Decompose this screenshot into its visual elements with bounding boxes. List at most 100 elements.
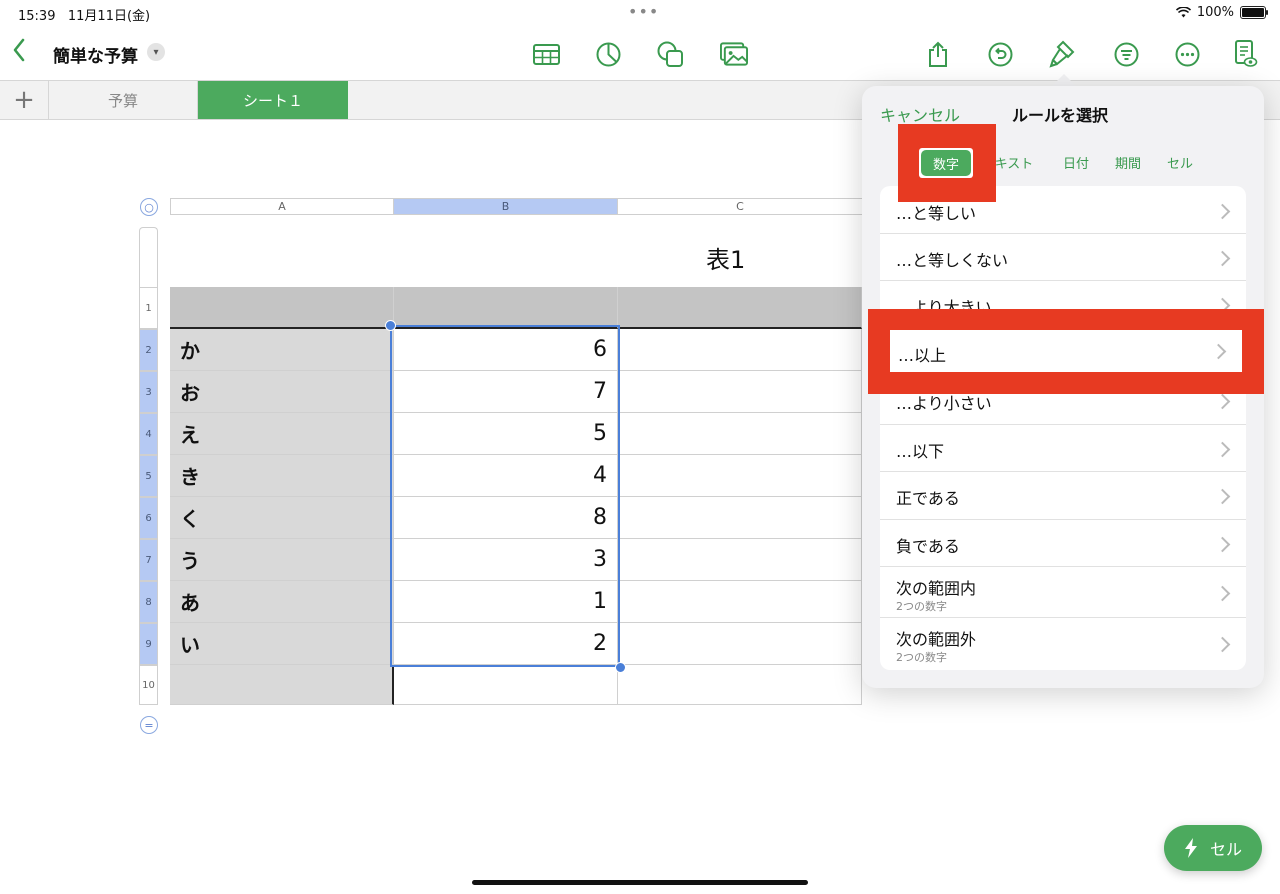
table-cell-key[interactable]: い — [170, 623, 394, 665]
chart-icon — [596, 42, 620, 66]
more-button[interactable] — [1173, 40, 1201, 68]
lightning-icon — [1184, 838, 1197, 858]
table-icon — [532, 43, 560, 65]
table-cell-empty[interactable] — [394, 665, 618, 705]
undo-button[interactable] — [986, 40, 1014, 68]
undo-icon — [988, 42, 1012, 66]
header-cell[interactable] — [170, 287, 394, 329]
share-button[interactable] — [924, 40, 952, 68]
table-cell-empty[interactable] — [618, 497, 862, 539]
row-header-7[interactable]: 7 — [139, 539, 158, 581]
multitasking-dots-icon[interactable]: ••• — [628, 2, 659, 21]
document-title[interactable]: 簡単な予算 — [53, 42, 138, 67]
column-header-b[interactable]: B — [393, 198, 618, 215]
table-button[interactable] — [532, 40, 560, 68]
row-header-4[interactable]: 4 — [139, 413, 158, 455]
table-cell-key[interactable]: か — [170, 329, 394, 371]
table-cell-key[interactable]: う — [170, 539, 394, 581]
toolbar: 簡単な予算 ▾ — [0, 26, 1280, 80]
chart-button[interactable] — [594, 40, 622, 68]
sheet-tab-budget[interactable]: 予算 — [49, 81, 198, 119]
table-cell-key[interactable]: お — [170, 371, 394, 413]
row-header-spacer — [139, 227, 158, 287]
rule-not-equal[interactable]: …と等しくない — [880, 234, 1246, 281]
sheet-tab-sheet1[interactable]: シート１ — [198, 81, 348, 119]
share-icon — [929, 41, 947, 67]
chevron-right-icon — [1210, 343, 1227, 360]
row-header-10[interactable]: 10 — [139, 665, 158, 705]
circle-icon: ○ — [144, 200, 154, 214]
selection-handle-bottom[interactable] — [615, 662, 626, 673]
rule-list: …と等しい …と等しくない …より大きい …以上 …より小さい …以下 正である — [880, 186, 1246, 670]
table-cell-key[interactable]: き — [170, 455, 394, 497]
row-header-2[interactable]: 2 — [139, 329, 158, 371]
segment-cell[interactable]: セル — [1162, 148, 1198, 176]
table-cell-empty[interactable] — [618, 455, 862, 497]
table-cell-key[interactable]: あ — [170, 581, 394, 623]
format-brush-icon — [1049, 40, 1075, 68]
row-header-9[interactable]: 9 — [139, 623, 158, 665]
chevron-left-icon — [13, 38, 25, 62]
rule-less-or-equal[interactable]: …以下 — [880, 425, 1246, 472]
table-cell-empty[interactable] — [618, 413, 862, 455]
rule-positive[interactable]: 正である — [880, 472, 1246, 520]
title-menu-button[interactable]: ▾ — [147, 43, 165, 61]
table-cell-empty[interactable] — [618, 581, 862, 623]
table-cell-empty[interactable] — [618, 665, 862, 705]
format-button[interactable] — [1048, 40, 1076, 68]
chevron-right-icon — [1214, 203, 1231, 220]
row-header-3[interactable]: 3 — [139, 371, 158, 413]
table-cell-key[interactable]: え — [170, 413, 394, 455]
back-button[interactable] — [12, 38, 26, 69]
table-title[interactable]: 表1 — [706, 240, 745, 275]
segment-date[interactable]: 日付 — [1058, 148, 1094, 176]
row-header-8[interactable]: 8 — [139, 581, 158, 623]
table-cell-empty[interactable] — [618, 329, 862, 371]
rule-not-between[interactable]: 次の範囲外 2つの数字 — [880, 618, 1246, 670]
battery-icon — [1240, 6, 1268, 19]
cell-selection-outline[interactable] — [390, 325, 620, 667]
shapes-button[interactable] — [656, 40, 684, 68]
chevron-right-icon — [1214, 393, 1231, 410]
highlight-greater-or-equal-rule: …以上 — [868, 309, 1264, 394]
row-header-5[interactable]: 5 — [139, 455, 158, 497]
highlight-number-tab: 数字 — [898, 124, 996, 202]
equals-icon: = — [144, 718, 154, 732]
segment-number-highlighted[interactable]: 数字 — [921, 150, 971, 176]
header-cell[interactable] — [394, 287, 618, 329]
add-sheet-button[interactable]: + — [0, 81, 49, 119]
chevron-down-icon: ▾ — [153, 46, 159, 58]
rule-greater-or-equal-highlighted[interactable]: …以上 — [890, 330, 1242, 372]
row-header-6[interactable]: 6 — [139, 497, 158, 539]
media-button[interactable] — [720, 40, 748, 68]
table-cell-empty[interactable] — [618, 371, 862, 413]
media-icon — [720, 42, 748, 66]
header-cell[interactable] — [618, 287, 862, 329]
wifi-icon — [1175, 7, 1191, 18]
status-right: 100% — [1175, 5, 1268, 20]
selection-handle-top[interactable] — [385, 320, 396, 331]
table-cell-empty[interactable] — [618, 539, 862, 581]
table-cell-key[interactable]: く — [170, 497, 394, 539]
column-header-a[interactable]: A — [170, 198, 394, 215]
table-cell-empty[interactable] — [618, 623, 862, 665]
table-select-handle[interactable]: ○ — [140, 198, 158, 216]
cancel-button[interactable]: キャンセル — [880, 102, 960, 126]
plus-icon: + — [13, 85, 35, 115]
reader-button[interactable] — [1232, 40, 1260, 68]
home-indicator[interactable] — [472, 880, 808, 885]
chevron-right-icon — [1214, 250, 1231, 267]
chevron-right-icon — [1214, 441, 1231, 458]
cell-action-button[interactable]: セル — [1164, 825, 1262, 871]
rule-between[interactable]: 次の範囲内 2つの数字 — [880, 567, 1246, 618]
organize-button[interactable] — [1112, 40, 1140, 68]
chevron-right-icon — [1214, 636, 1231, 653]
row-header-1[interactable]: 1 — [139, 287, 158, 329]
segment-duration[interactable]: 期間 — [1110, 148, 1146, 176]
add-rows-button[interactable]: = — [140, 716, 158, 734]
reader-icon — [1235, 40, 1258, 67]
rule-negative[interactable]: 負である — [880, 520, 1246, 567]
organize-icon — [1114, 42, 1138, 66]
table-cell-key[interactable] — [170, 665, 394, 705]
column-header-c[interactable]: C — [617, 198, 863, 215]
